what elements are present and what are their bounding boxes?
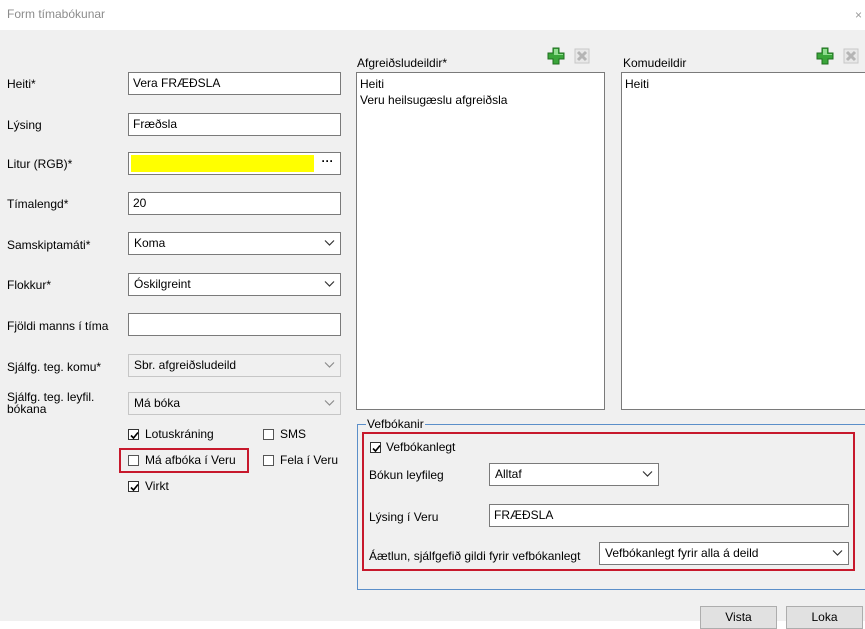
komudeildir-list[interactable]: Heiti [621, 72, 865, 410]
chevron-down-icon [324, 281, 335, 287]
chevron-down-icon [642, 471, 653, 477]
sjalfg-komu-value: Sbr. afgreiðsludeild [134, 358, 237, 372]
samskiptamati-value: Koma [134, 236, 166, 250]
heiti-label: Heiti* [7, 77, 36, 91]
afgreidsludeildir-header: Heiti [360, 77, 385, 91]
fjoldi-label: Fjöldi manns í tíma [7, 319, 109, 333]
samskiptamati-label: Samskiptamáti* [7, 238, 91, 252]
aaetlun-select[interactable]: Vefbókanlegt fyrir alla á deild [599, 542, 849, 565]
chevron-down-icon [324, 240, 335, 246]
virkt-checkbox[interactable] [128, 481, 139, 492]
add-icon [547, 47, 565, 65]
color-field[interactable]: ··· [128, 152, 341, 175]
chevron-down-icon [324, 400, 335, 406]
loka-button[interactable]: Loka [786, 606, 863, 629]
delete-icon [574, 48, 590, 64]
flokkur-label: Flokkur* [7, 278, 52, 292]
bokun-leyfileg-label: Bókun leyfileg [369, 468, 444, 482]
delete-komudeild-button[interactable] [841, 46, 861, 66]
add-afgreidsludeild-button[interactable] [546, 46, 566, 66]
add-komudeild-button[interactable] [815, 46, 835, 66]
add-icon [816, 47, 834, 65]
samskiptamati-select[interactable]: Koma [128, 232, 341, 255]
bokun-leyfileg-value: Alltaf [495, 467, 522, 481]
timalengd-input[interactable]: 20 [128, 192, 341, 215]
sms-label: SMS [280, 427, 307, 441]
checkmark-icon [372, 444, 381, 453]
heiti-input[interactable]: Vera FRÆÐSLA [128, 72, 341, 95]
komudeildir-header: Heiti [625, 77, 650, 91]
lotuskraning-checkbox[interactable] [128, 429, 139, 440]
delete-afgreidsludeild-button[interactable] [572, 46, 592, 66]
ma-afboka-checkbox[interactable] [128, 455, 139, 466]
lysing-veru-input[interactable]: FRÆÐSLA [489, 504, 849, 527]
vefbokanlegt-checkbox[interactable] [370, 442, 381, 453]
chevron-down-icon [324, 362, 335, 368]
vista-button[interactable]: Vista [700, 606, 777, 629]
fela-label: Fela í Veru [280, 453, 339, 467]
virkt-label: Virkt [145, 479, 169, 493]
bokun-leyfileg-select[interactable]: Alltaf [489, 463, 659, 486]
litur-label: Litur (RGB)* [7, 157, 73, 171]
lysing-veru-label: Lýsing í Veru [369, 510, 439, 524]
sjalfg-leyfil-value: Má bóka [134, 396, 181, 410]
sjalfg-leyfil-label-line2: bókana [7, 402, 47, 416]
sms-checkbox[interactable] [263, 429, 274, 440]
sjalfg-komu-select[interactable]: Sbr. afgreiðsludeild [128, 354, 341, 377]
vefbokanlegt-label: Vefbókanlegt [386, 440, 456, 454]
vefbokanir-legend: Vefbókanir [366, 417, 425, 431]
color-picker-button[interactable]: ··· [317, 154, 338, 173]
list-item[interactable]: Veru heilsugæslu afgreiðsla [360, 92, 601, 108]
color-swatch [131, 155, 314, 172]
sjalfg-komu-label: Sjálfg. teg. komu* [7, 360, 102, 374]
delete-icon [843, 48, 859, 64]
lysing-input[interactable]: Fræðsla [128, 113, 341, 136]
afgreidsludeildir-label: Afgreiðsludeildir* [357, 56, 448, 70]
checkmark-icon [130, 431, 139, 440]
lotuskraning-label: Lotuskráning [145, 427, 214, 441]
sjalfg-leyfil-label: Sjálfg. teg. leyfil. bókana [7, 391, 94, 415]
flokkur-value: Óskilgreint [134, 277, 191, 291]
checkmark-icon [130, 483, 139, 492]
aaetlun-label: Áætlun, sjálfgefið gildi fyrir vefbókanl… [369, 549, 581, 563]
flokkur-select[interactable]: Óskilgreint [128, 273, 341, 296]
title-bar [0, 0, 865, 30]
komudeildir-label: Komudeildir [623, 56, 687, 70]
timalengd-label: Tímalengd* [7, 197, 69, 211]
chevron-down-icon [832, 550, 843, 556]
aaetlun-value: Vefbókanlegt fyrir alla á deild [605, 546, 759, 560]
window-title: Form tímabókunar [7, 7, 106, 21]
fela-checkbox[interactable] [263, 455, 274, 466]
fjoldi-input[interactable] [128, 313, 341, 336]
close-icon[interactable]: × [855, 8, 862, 22]
ma-afboka-label: Má afbóka í Veru [145, 453, 236, 467]
sjalfg-leyfil-select[interactable]: Má bóka [128, 392, 341, 415]
afgreidsludeildir-list[interactable]: Heiti Veru heilsugæslu afgreiðsla [356, 72, 605, 410]
lysing-label: Lýsing [7, 118, 42, 132]
